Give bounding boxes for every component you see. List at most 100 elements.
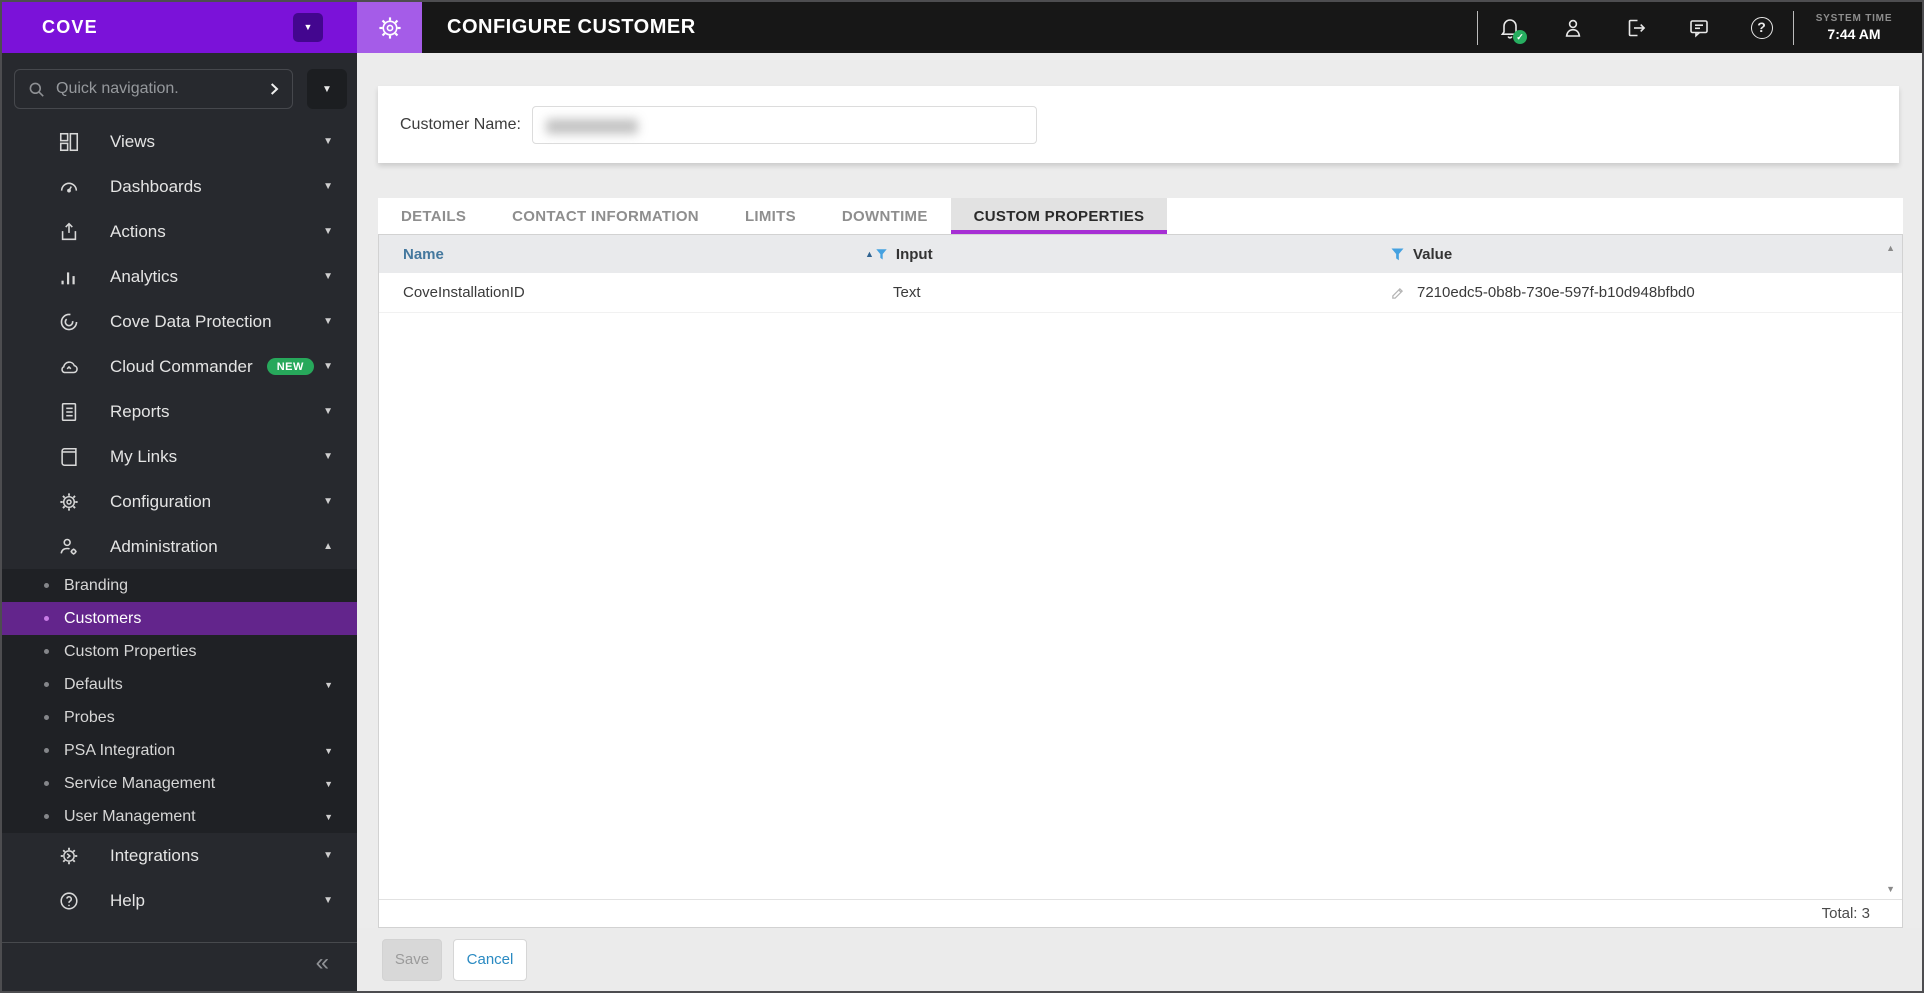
sidebar-item-dashboards[interactable]: Dashboards ▼	[2, 164, 357, 209]
customer-name-label: Customer Name:	[400, 115, 521, 133]
save-button[interactable]: Save	[382, 938, 442, 981]
sidebar-item-configuration[interactable]: Configuration ▼	[2, 479, 357, 524]
bullet-icon	[44, 781, 49, 786]
bar-chart-icon	[56, 266, 82, 288]
table-header-row: Name ▲ Input Value	[379, 235, 1902, 273]
sidebar-item-integrations[interactable]: Integrations ▼	[2, 833, 357, 878]
help-circle-icon	[56, 890, 82, 912]
sidebar-item-help[interactable]: Help ▼	[2, 878, 357, 923]
filter-icon[interactable]	[875, 248, 888, 261]
sidebar-subitem-service-management[interactable]: Service Management ▼	[2, 767, 357, 800]
column-header-value[interactable]: Value	[1390, 246, 1902, 263]
brand-block: COVE ▼	[2, 2, 357, 53]
quick-navigation-input[interactable]	[56, 80, 266, 98]
new-badge: NEW	[266, 358, 314, 375]
sidebar-subitem-probes[interactable]: Probes	[2, 701, 357, 734]
collapse-sidebar-icon[interactable]: «	[316, 951, 329, 975]
customer-name-input[interactable]	[531, 105, 1037, 144]
sidebar-item-actions[interactable]: Actions ▼	[2, 209, 357, 254]
tab-details[interactable]: DETAILS	[378, 198, 489, 234]
bullet-icon	[44, 748, 49, 753]
quick-navigation-row: ▼	[14, 69, 357, 109]
chevron-down-icon: ▼	[323, 316, 333, 327]
sidebar-item-cove-data-protection[interactable]: Cove Data Protection ▼	[2, 299, 357, 344]
sort-ascending-icon[interactable]: ▲	[865, 249, 874, 259]
gear-icon	[377, 15, 403, 41]
divider	[1793, 10, 1794, 45]
system-time: SYSTEM TIME 7:44 AM	[1794, 13, 1922, 42]
bullet-icon	[44, 715, 49, 720]
table-row[interactable]: CoveInstallationID Text 7210edc5-0b8b-73…	[379, 273, 1902, 313]
feedback-button[interactable]	[1667, 2, 1730, 53]
bullet-icon	[44, 583, 49, 588]
notifications-button[interactable]: ✓	[1478, 2, 1541, 53]
cell-name: CoveInstallationID	[403, 284, 525, 301]
chat-icon	[1687, 16, 1711, 40]
chevron-down-icon: ▼	[323, 181, 333, 192]
user-account-button[interactable]	[1541, 2, 1604, 53]
chevron-down-icon: ▼	[324, 811, 333, 822]
sidebar-subitem-user-management[interactable]: User Management ▼	[2, 800, 357, 833]
sidebar-item-views[interactable]: Views ▼	[2, 119, 357, 164]
main-content: Customer Name: DETAILS CONTACT INFORMATI…	[357, 53, 1922, 991]
edit-icon[interactable]	[1390, 284, 1407, 301]
customer-name-panel: Customer Name:	[378, 86, 1899, 163]
log-out-button[interactable]	[1604, 2, 1667, 53]
bullet-icon	[44, 814, 49, 819]
scroll-down-icon[interactable]: ▼	[1886, 884, 1895, 894]
sidebar-subitem-defaults[interactable]: Defaults ▼	[2, 668, 357, 701]
chevron-down-icon: ▼	[324, 679, 333, 690]
chevron-up-icon: ▲	[323, 541, 333, 552]
sidebar-subitem-customers[interactable]: Customers	[2, 602, 357, 635]
scroll-up-icon[interactable]: ▲	[1886, 243, 1895, 253]
top-bar: COVE ▼ CONFIGURE CUSTOMER ✓ ? SYSTEM TIM…	[2, 2, 1922, 53]
sidebar-subitem-psa-integration[interactable]: PSA Integration ▼	[2, 734, 357, 767]
quick-navigation-box[interactable]	[14, 69, 293, 109]
gear-icon	[56, 491, 82, 513]
tab-downtime[interactable]: DOWNTIME	[819, 198, 951, 234]
tab-contact-information[interactable]: CONTACT INFORMATION	[489, 198, 722, 234]
bullet-icon	[44, 682, 49, 687]
chevron-down-icon: ▼	[322, 83, 332, 95]
value-text: 7210edc5-0b8b-730e-597f-b10d948bfbd0	[1417, 284, 1695, 301]
filter-icon[interactable]	[1390, 247, 1405, 262]
search-icon	[27, 80, 46, 99]
share-up-icon	[56, 221, 82, 243]
column-header-name[interactable]: Name	[379, 246, 865, 263]
cloud-icon	[56, 356, 82, 378]
column-header-input[interactable]: ▲ Input	[865, 246, 1390, 263]
sidebar-item-analytics[interactable]: Analytics ▼	[2, 254, 357, 299]
chevron-down-icon: ▼	[323, 451, 333, 462]
cell-input: Text	[893, 284, 921, 301]
table-total: Total: 3	[379, 899, 1902, 927]
sidebar-item-administration[interactable]: Administration ▲	[2, 524, 357, 569]
administration-submenu: Branding Customers Custom Properties Def…	[2, 569, 357, 833]
log-out-icon	[1624, 16, 1648, 40]
cancel-button[interactable]: Cancel	[453, 938, 527, 981]
user-icon	[1561, 16, 1585, 40]
brand-dropdown-button[interactable]: ▼	[293, 13, 323, 42]
cell-value: 7210edc5-0b8b-730e-597f-b10d948bfbd0	[1390, 284, 1902, 301]
chevron-down-icon: ▼	[323, 271, 333, 282]
sidebar-subitem-custom-properties[interactable]: Custom Properties	[2, 635, 357, 668]
chevron-down-icon: ▼	[324, 745, 333, 756]
sidebar-item-my-links[interactable]: My Links ▼	[2, 434, 357, 479]
settings-app-tab[interactable]	[357, 2, 422, 53]
customer-name-redacted-value	[545, 118, 638, 134]
sidebar: ▼ Views ▼ Dashboards ▼	[2, 53, 357, 991]
help-button[interactable]: ?	[1730, 2, 1793, 53]
status-check-badge: ✓	[1513, 30, 1527, 44]
sidebar-item-reports[interactable]: Reports ▼	[2, 389, 357, 434]
chevron-down-icon: ▼	[323, 496, 333, 507]
tab-custom-properties[interactable]: CUSTOM PROPERTIES	[950, 198, 1168, 234]
quick-navigation-dropdown-button[interactable]: ▼	[307, 69, 347, 109]
chevron-down-icon: ▼	[323, 850, 333, 861]
report-document-icon	[56, 401, 82, 423]
gauge-icon	[56, 176, 82, 198]
tab-limits[interactable]: LIMITS	[722, 198, 819, 234]
sidebar-subitem-branding[interactable]: Branding	[2, 569, 357, 602]
sidebar-item-cloud-commander[interactable]: Cloud Commander NEW ▼	[2, 344, 357, 389]
bullet-icon	[44, 616, 49, 621]
gear-arrow-icon	[56, 845, 82, 867]
chevron-right-icon[interactable]	[266, 81, 282, 97]
